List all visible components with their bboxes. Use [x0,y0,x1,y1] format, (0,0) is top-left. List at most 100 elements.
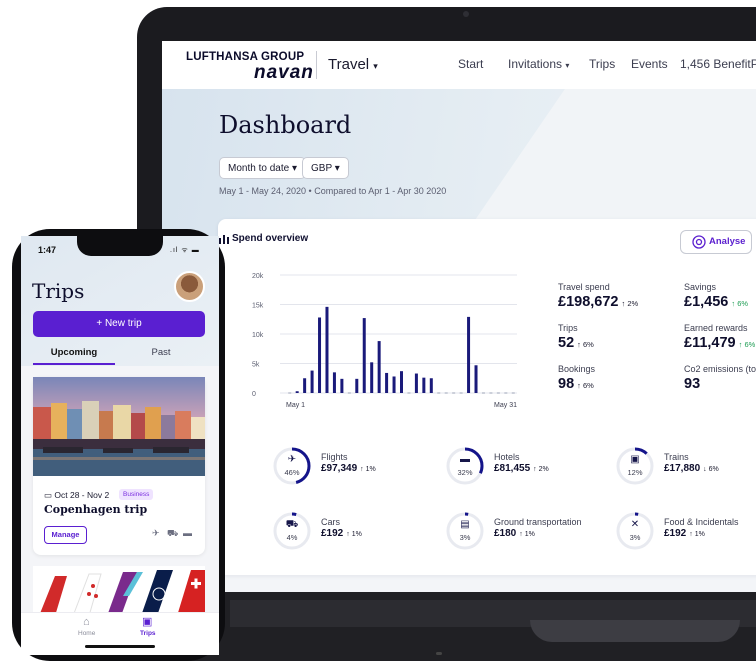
nav-benefit-points[interactable]: 1,456 BenefitPoi [680,57,756,71]
chart-bar [303,378,307,393]
category-percent: 46% [284,468,300,477]
manage-button[interactable]: Manage [44,526,87,544]
savings-value: £1,456 ↑ 6% [684,294,748,310]
category-ring [616,447,654,485]
chevron-down-icon: ▾ [373,61,378,71]
nav-trips[interactable]: Trips [589,57,615,71]
avatar[interactable] [174,271,205,302]
earned-rewards-amount: £11,479 [684,335,736,351]
trip-type-badge: Business [119,489,154,500]
bookings-delta: ↑ 6% [577,381,594,390]
chart-ytick-label: 15k [252,303,264,310]
plane-icon: ✈ [287,454,297,465]
bottom-nav [21,612,219,655]
chart-xtick-label: May 31 [494,402,517,409]
chart-bar [355,378,359,393]
new-trip-button[interactable]: + New trip [33,311,205,337]
chart-bar [310,370,314,393]
period-select-label: Month to date [228,163,290,174]
chart-bar [429,378,433,393]
laptop-camera [463,11,469,17]
category-delta: ↑ 1% [519,531,535,538]
category-delta: ↑ 2% [533,466,549,473]
category-delta: ↓ 6% [703,466,719,473]
earned-rewards-label: Earned rewards [684,323,748,333]
calendar-icon: ▭ [44,490,53,500]
chart-bar [414,373,418,393]
brand-logo[interactable]: navan [254,62,314,84]
trips-value: 52 ↑ 6% [558,335,594,351]
chart-bar [474,365,478,393]
nav-invitations[interactable]: Invitations ▾ [508,57,569,71]
chart-ytick-label: 0 [252,391,256,398]
category-name: Food & Incidentals [664,517,739,527]
trip-dates-text: Oct 28 - Nov 2 [54,490,110,500]
travel-spend-amount: £198,672 [558,294,619,310]
bottom-nav-trips[interactable]: Trips [140,630,156,637]
category-ring [616,512,654,550]
home-indicator [85,645,155,648]
airline-tails-photo [33,566,205,616]
chart-bar [385,372,389,393]
category-amount: £192 [321,528,344,539]
bed-icon: ▬ [460,454,470,465]
nav-start[interactable]: Start [458,57,483,71]
brand-divider [316,51,317,79]
category-delta: ↑ 1% [689,531,705,538]
laptop-hinge [530,620,740,642]
savings-delta: ↑ 6% [731,299,749,308]
chart-ytick-label: 20k [252,273,264,280]
bookings-amount: 98 [558,376,575,392]
category-percent: 3% [629,533,641,542]
co2-label: Co2 emissions (to [684,364,756,374]
bottom-nav-home[interactable]: Home [78,630,95,637]
currency-select[interactable]: GBP ▾ [302,157,349,179]
analyse-button[interactable]: Analyse [680,230,752,254]
category-value: £81,455 ↑ 2% [494,463,549,474]
category-ring [273,447,311,485]
chart-ytick-label: 10k [252,332,264,339]
tab-past[interactable]: Past [120,347,202,358]
trips-delta: ↑ 6% [577,340,594,349]
chart-bar [422,377,426,393]
tab-upcoming[interactable]: Upcoming [33,347,115,358]
spend-chart: 0 5k 10k 15k 20k May 1 May 31 [252,273,517,409]
period-select[interactable]: Month to date ▾ [219,157,306,179]
travel-spend-label: Travel spend [558,282,610,292]
chart-bar [400,371,403,393]
chart-bar [392,376,396,393]
chart-bar [340,378,344,393]
bookings-label: Bookings [558,364,596,374]
app-menu-label: Travel [328,56,370,73]
app-menu[interactable]: Travel ▾ [328,56,378,73]
currency-select-label: GBP [311,163,332,174]
chart-bar [318,317,322,393]
suitcase-icon[interactable]: ▣ [142,615,152,628]
trips-label: Trips [558,323,578,333]
savings-amount: £1,456 [684,294,729,310]
category-amount: £180 [494,528,517,539]
category-amount: £81,455 [494,463,531,474]
plane-icon: ✈ [152,528,160,538]
category-name: Flights [321,452,348,462]
chevron-down-icon: ▾ [291,163,297,174]
travel-spend-value: £198,672 ↑ 2% [558,294,638,310]
category-percent: 4% [286,533,298,542]
category-value: £192 ↑ 1% [664,528,705,539]
earned-rewards-value: £11,479 ↑ 6% [684,335,755,351]
category-name: Trains [664,452,689,462]
phone-page-title: Trips [32,279,85,303]
home-icon[interactable]: ⌂ [83,616,90,628]
nav-events[interactable]: Events [631,57,668,71]
category-percent: 12% [627,468,643,477]
category-delta: ↑ 1% [346,531,362,538]
category-amount: £17,880 [664,463,701,474]
bookings-value: 98 ↑ 6% [558,376,594,392]
bed-icon: ▬ [183,528,192,538]
chart-bar [467,316,471,393]
earned-rewards-delta: ↑ 6% [738,340,756,349]
co2-value: 93 [684,376,701,392]
nav-invitations-label: Invitations [508,57,563,71]
trip-dates: ▭ Oct 28 - Nov 2 [44,490,109,501]
category-name: Hotels [494,452,520,462]
